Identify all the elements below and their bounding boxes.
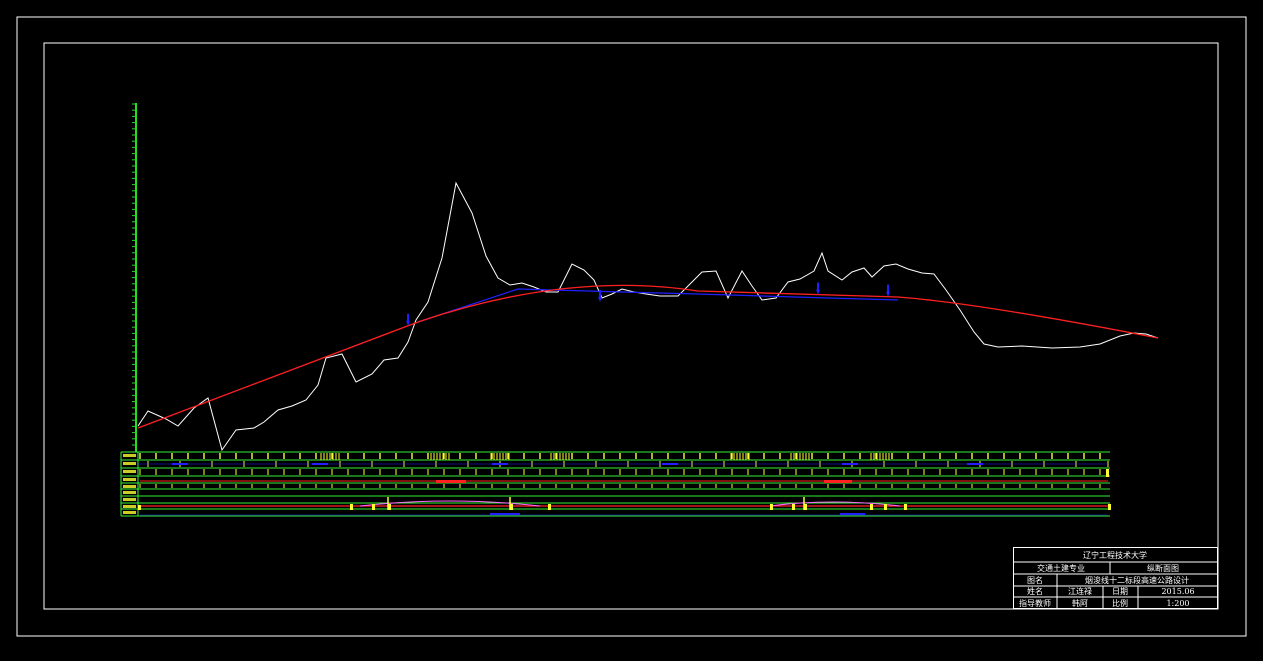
student-value: 江连禄 — [1068, 586, 1092, 596]
lower-mark — [138, 505, 141, 510]
grade-marker-head — [886, 291, 890, 297]
red-block — [436, 480, 466, 483]
profile-plot — [137, 181, 1159, 452]
alt-grade-line — [417, 288, 899, 323]
drawing-type: 纵断面图 — [1147, 563, 1179, 573]
date-label: 日期 — [1112, 587, 1128, 596]
outer-frame — [16, 16, 1247, 637]
scale-label: 比例 — [1112, 598, 1128, 608]
lower-mark — [1108, 504, 1111, 510]
advisor-value: 韩阿 — [1072, 598, 1088, 608]
lower-mark — [372, 504, 375, 510]
red-block — [824, 480, 852, 483]
lower-mark — [870, 504, 873, 510]
lower-mark — [792, 504, 795, 510]
student-label: 姓名 — [1027, 586, 1043, 596]
scale-value: 1:200 — [1166, 599, 1189, 608]
advisor-label: 指导教师 — [1019, 598, 1051, 608]
name-value: 烟浚线十二标段高速公路设计 — [1085, 575, 1189, 585]
name-label: 图名 — [1027, 575, 1043, 585]
elevation-axis — [132, 103, 137, 452]
table-header-label — [123, 498, 136, 501]
lower-mark — [548, 504, 551, 510]
ground-line — [137, 181, 1159, 452]
major-name: 交通土建专业 — [1037, 563, 1085, 573]
university-name: 辽宁工程技术大学 — [1083, 550, 1147, 560]
profile-data-table — [120, 451, 1111, 517]
table-header-label — [123, 462, 136, 465]
table-header-label — [123, 485, 136, 488]
table-header-label — [123, 491, 136, 494]
grade-marker-head — [598, 296, 602, 302]
date-value: 2015.06 — [1161, 587, 1194, 596]
lower-mark — [350, 504, 353, 510]
lower-mark — [904, 504, 907, 510]
table-header-label — [123, 478, 136, 481]
inner-frame — [43, 42, 1219, 610]
title-block: 辽宁工程技术大学 交通土建专业 纵断面图 图名 烟浚线十二标段高速公路设计 姓名… — [1013, 547, 1218, 609]
table-header-label — [123, 505, 136, 508]
table-header-label — [123, 511, 136, 514]
lower-mark — [884, 504, 887, 510]
table-header-label — [123, 470, 136, 473]
table-header-label — [123, 454, 136, 457]
lower-mark — [770, 504, 773, 510]
end-mark — [1106, 469, 1109, 477]
grade-marker-head — [816, 289, 820, 295]
